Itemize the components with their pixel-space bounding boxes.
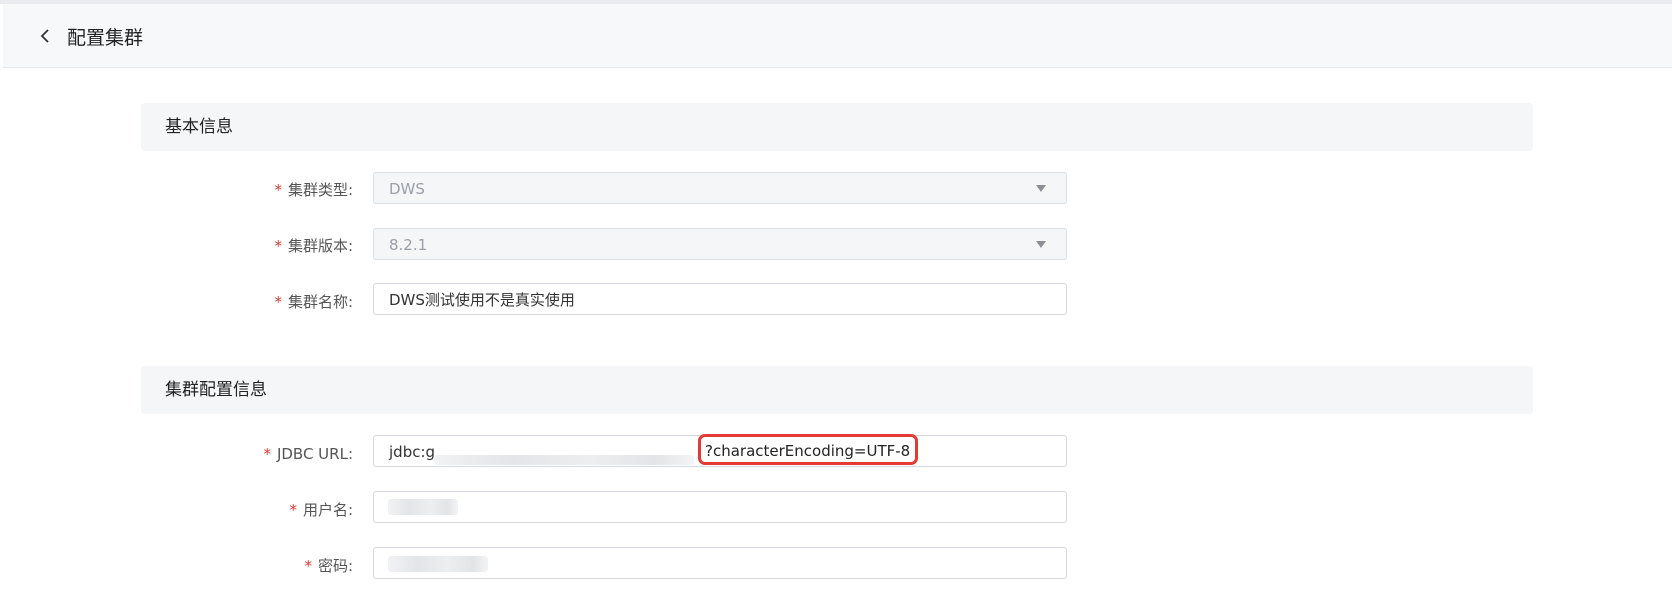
required-mark: * — [304, 557, 312, 575]
cluster-version-label: * 集群版本: — [274, 237, 353, 255]
required-mark: * — [263, 445, 271, 463]
chevron-left-icon — [40, 29, 49, 43]
redacted-text — [388, 499, 458, 515]
cluster-name-input[interactable]: DWS测试使用不是真实使用 — [373, 283, 1067, 315]
cluster-name-value: DWS测试使用不是真实使用 — [389, 291, 575, 309]
cluster-version-select[interactable]: 8.2.1 — [373, 228, 1067, 260]
required-mark: * — [274, 237, 282, 255]
required-mark: * — [289, 501, 297, 519]
dropdown-caret-icon — [1036, 185, 1046, 192]
cluster-config-section: 集群配置信息 — [141, 366, 1533, 414]
username-input[interactable] — [373, 491, 1067, 523]
page-title: 配置集群 — [67, 27, 144, 49]
redacted-text — [434, 455, 694, 465]
required-mark: * — [274, 293, 282, 311]
password-input[interactable] — [373, 547, 1067, 579]
cluster-type-value: DWS — [389, 180, 425, 198]
username-label: * 用户名: — [289, 501, 353, 519]
password-label: * 密码: — [304, 557, 353, 575]
section-title-cluster-config: 集群配置信息 — [165, 380, 267, 400]
dropdown-caret-icon — [1036, 241, 1046, 248]
back-button[interactable] — [35, 25, 57, 47]
redacted-text — [388, 556, 488, 572]
jdbc-url-prefix: jdbc:g — [389, 443, 436, 461]
cluster-type-label: * 集群类型: — [274, 181, 353, 199]
cluster-type-select[interactable]: DWS — [373, 172, 1067, 204]
page-header: 配置集群 — [3, 4, 1672, 68]
highlight-box: ?characterEncoding=UTF-8 — [698, 434, 918, 465]
cluster-version-value: 8.2.1 — [389, 236, 428, 254]
section-title-basic-info: 基本信息 — [165, 117, 233, 137]
required-mark: * — [274, 181, 282, 199]
jdbc-url-label: * JDBC URL: — [263, 445, 353, 463]
basic-info-section: 基本信息 — [141, 103, 1533, 151]
jdbc-url-suffix: ?characterEncoding=UTF-8 — [705, 442, 911, 460]
cluster-name-label: * 集群名称: — [274, 293, 353, 311]
